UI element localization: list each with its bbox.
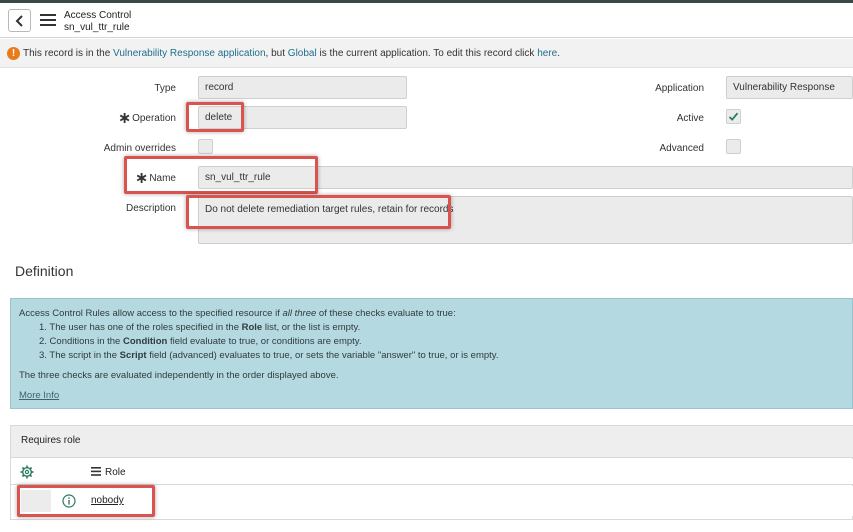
notice-text: This record is in the Vulnerability Resp… xyxy=(23,48,560,59)
role-column-header[interactable]: Role xyxy=(105,467,126,478)
name-label: Name xyxy=(149,173,176,184)
record-name-subtitle: sn_vul_ttr_rule xyxy=(64,22,130,33)
info-circle-icon[interactable] xyxy=(62,494,76,508)
definition-summary: The three checks are evaluated independe… xyxy=(19,370,339,381)
checkmark-icon xyxy=(728,112,739,121)
role-link-nobody[interactable]: nobody xyxy=(91,495,124,506)
operation-label: Operation xyxy=(132,113,176,124)
application-field[interactable]: Vulnerability Response xyxy=(726,76,853,99)
application-label: Application xyxy=(655,83,704,94)
global-link[interactable]: Global xyxy=(288,48,317,59)
active-label: Active xyxy=(676,113,704,124)
table-row: nobody xyxy=(11,486,853,516)
description-label: Description xyxy=(125,203,176,214)
application-scope-notice: ! This record is in the Vulnerability Re… xyxy=(0,39,853,68)
definition-intro: Access Control Rules allow access to the… xyxy=(19,308,456,319)
admin-overrides-label: Admin overrides xyxy=(103,143,176,154)
gear-icon[interactable] xyxy=(20,465,34,479)
definition-item-1: 1. The user has one of the roles specifi… xyxy=(39,322,361,333)
definition-item-2: 2. Conditions in the Condition field eva… xyxy=(39,336,362,347)
requires-role-header: Requires role xyxy=(11,426,853,458)
form-header: Access Control sn_vul_ttr_rule xyxy=(0,3,853,38)
type-field[interactable]: record xyxy=(198,76,407,99)
type-label: Type xyxy=(154,83,176,94)
description-field[interactable]: Do not delete remediation target rules, … xyxy=(198,196,853,244)
admin-overrides-checkbox[interactable] xyxy=(198,139,213,154)
list-column-header: Role xyxy=(11,459,853,485)
hamburger-icon[interactable] xyxy=(40,14,56,27)
chevron-left-icon xyxy=(15,14,23,27)
page-title: Access Control xyxy=(64,10,132,21)
requires-role-list: Requires role Role nobody xyxy=(10,425,853,520)
active-checkbox[interactable] xyxy=(726,109,741,124)
row-select-cell[interactable] xyxy=(21,490,51,512)
operation-field[interactable]: delete xyxy=(198,106,407,129)
here-link[interactable]: here xyxy=(537,48,557,59)
more-info-link[interactable]: More Info xyxy=(19,390,59,401)
advanced-label: Advanced xyxy=(659,143,704,154)
advanced-checkbox[interactable] xyxy=(726,139,741,154)
back-button[interactable] xyxy=(8,9,31,32)
application-link[interactable]: Vulnerability Response application xyxy=(113,48,266,59)
definition-info-box: Access Control Rules allow access to the… xyxy=(10,298,853,409)
definition-heading: Definition xyxy=(15,263,74,279)
exclamation-circle-icon: ! xyxy=(7,47,20,60)
requires-role-title: Requires role xyxy=(21,435,81,446)
definition-item-3: 3. The script in the Script field (advan… xyxy=(39,350,499,361)
name-field[interactable]: sn_vul_ttr_rule xyxy=(198,166,853,189)
hamburger-icon[interactable] xyxy=(91,467,101,476)
